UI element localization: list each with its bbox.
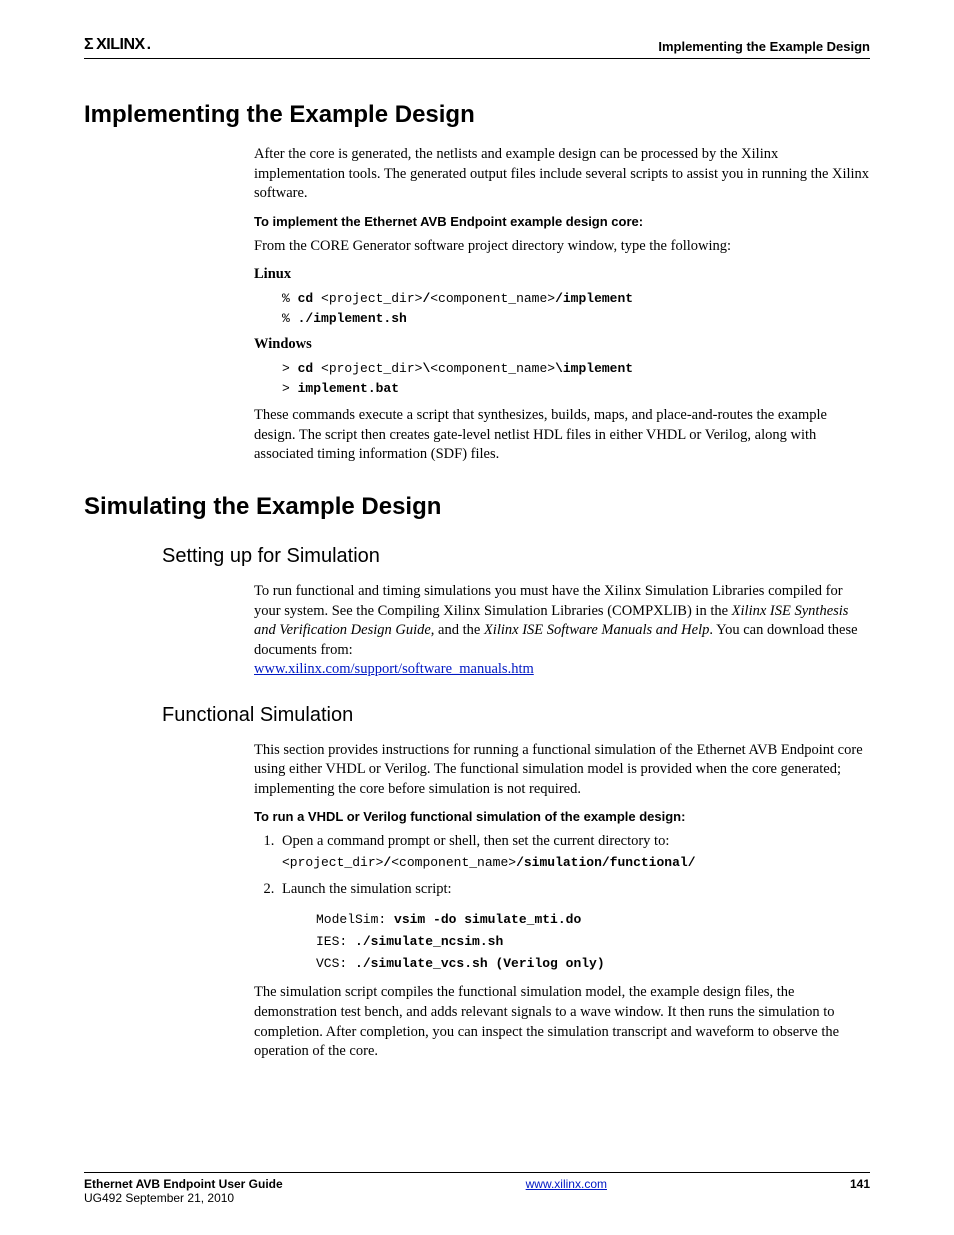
linux-label: Linux [254, 266, 870, 283]
footer-url-link[interactable]: www.xilinx.com [526, 1177, 607, 1191]
page-content: Implementing the Example Design After th… [84, 59, 870, 1062]
subheading-functional: Functional Simulation [162, 704, 870, 727]
footer-doc-title: Ethernet AVB Endpoint User Guide [84, 1177, 283, 1191]
explanation-paragraph: These commands execute a script that syn… [254, 406, 870, 465]
footer-doc-sub: UG492 September 21, 2010 [84, 1191, 283, 1205]
windows-label: Windows [254, 336, 870, 353]
list-item: Open a command prompt or shell, then set… [278, 832, 870, 871]
page-footer: Ethernet AVB Endpoint User Guide UG492 S… [84, 1172, 870, 1205]
logo-text: XILINX [96, 36, 145, 54]
page-header: Σ XILINX . Implementing the Example Desi… [84, 36, 870, 59]
linux-code-block: % cd <project_dir>/<component_name>/impl… [282, 289, 870, 328]
subheading-setup: Setting up for Simulation [162, 545, 870, 568]
procedure-list: Open a command prompt or shell, then set… [254, 832, 870, 899]
setup-text-2: , and the [431, 622, 484, 638]
footer-page-number: 141 [850, 1177, 870, 1191]
intro-paragraph: After the core is generated, the netlist… [254, 145, 870, 204]
windows-code-block: > cd <project_dir>\<component_name>\impl… [282, 359, 870, 398]
footer-left: Ethernet AVB Endpoint User Guide UG492 S… [84, 1177, 283, 1205]
sim-explanation: The simulation script compiles the funct… [254, 983, 870, 1061]
procedure-title: To implement the Ethernet AVB Endpoint e… [254, 214, 870, 229]
header-section-title: Implementing the Example Design [658, 39, 870, 54]
functional-paragraph: This section provides instructions for r… [254, 741, 870, 800]
list-item: Launch the simulation script: [278, 880, 870, 900]
setup-italic-2: Xilinx ISE Software Manuals and Help [484, 622, 709, 638]
procedure-instruction: From the CORE Generator software project… [254, 237, 870, 257]
step-1-text: Open a command prompt or shell, then set… [282, 833, 669, 849]
sim-code-block: ModelSim: vsim -do simulate_mti.do IES: … [316, 909, 870, 975]
step-2-text: Launch the simulation script: [282, 881, 452, 897]
logo: Σ XILINX . [84, 36, 151, 54]
heading-implementing: Implementing the Example Design [84, 101, 870, 129]
manuals-link[interactable]: www.xilinx.com/support/software_manuals.… [254, 661, 534, 677]
step-1-code: <project_dir>/<component_name>/simulatio… [282, 854, 870, 872]
logo-icon: Σ [84, 36, 93, 54]
heading-simulating: Simulating the Example Design [84, 493, 870, 521]
logo-dot: . [147, 36, 151, 54]
setup-paragraph: To run functional and timing simulations… [254, 582, 870, 680]
procedure-title-2: To run a VHDL or Verilog functional simu… [254, 809, 870, 824]
footer-center: www.xilinx.com [283, 1177, 850, 1191]
